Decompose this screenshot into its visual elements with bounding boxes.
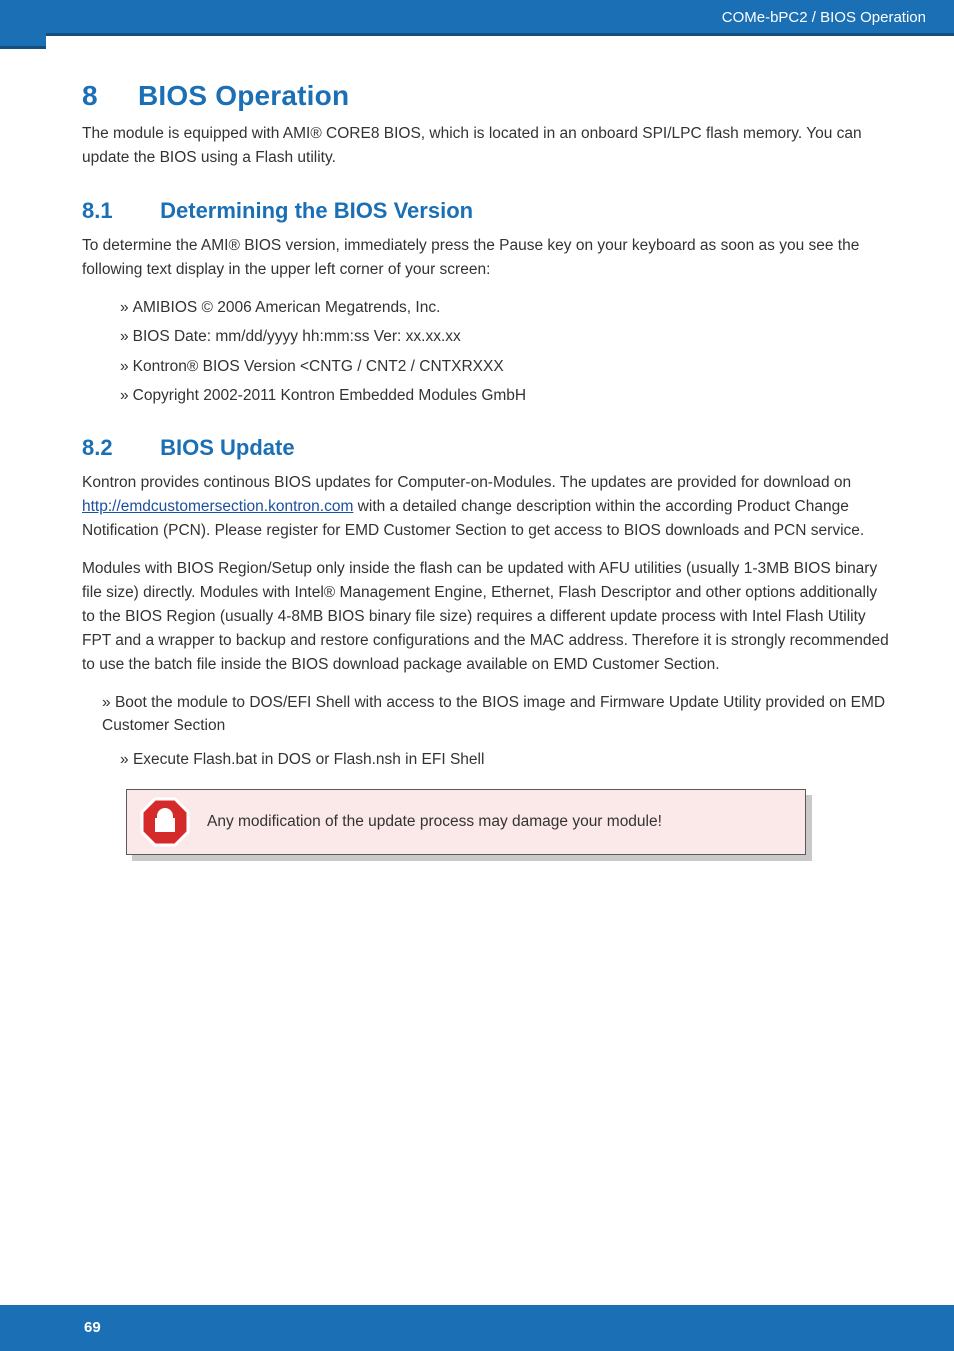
section-intro: The module is equipped with AMI® CORE8 B… bbox=[82, 122, 894, 170]
stop-icon bbox=[139, 796, 191, 848]
paragraph-81: To determine the AMI® BIOS version, imme… bbox=[82, 234, 894, 282]
emd-link[interactable]: http://emdcustomersection.kontron.com bbox=[82, 498, 353, 515]
subsection-title-82: BIOS Update bbox=[160, 435, 294, 460]
section-title: BIOS Operation bbox=[138, 80, 349, 111]
paragraph-82-2: Modules with BIOS Region/Setup only insi… bbox=[82, 557, 894, 677]
section-number: 8 bbox=[82, 80, 130, 112]
subsection-title-81: Determining the BIOS Version bbox=[160, 198, 473, 223]
step-list-82: » Boot the module to DOS/EFI Shell with … bbox=[102, 691, 894, 771]
section-heading: 8 BIOS Operation bbox=[82, 80, 894, 112]
callout-text: Any modification of the update process m… bbox=[207, 813, 662, 831]
breadcrumb: COMe-bPC2 / BIOS Operation bbox=[722, 0, 926, 36]
list-item: »AMIBIOS © 2006 American Megatrends, Inc… bbox=[120, 296, 894, 319]
list-item-text: Copyright 2002-2011 Kontron Embedded Mod… bbox=[133, 387, 526, 404]
list-item: » Execute Flash.bat in DOS or Flash.nsh … bbox=[120, 748, 894, 771]
subsection-heading-82: 8.2 BIOS Update bbox=[82, 435, 894, 461]
header-left-tab bbox=[0, 0, 46, 46]
list-item-text: Execute Flash.bat in DOS or Flash.nsh in… bbox=[133, 751, 485, 768]
warning-callout: Any modification of the update process m… bbox=[126, 789, 806, 855]
list-item-text: Boot the module to DOS/EFI Shell with ac… bbox=[102, 694, 885, 734]
list-item-text: BIOS Date: mm/dd/yyyy hh:mm:ss Ver: xx.x… bbox=[133, 328, 461, 345]
paragraph-82-1: Kontron provides continous BIOS updates … bbox=[82, 471, 894, 543]
list-item: »Kontron® BIOS Version <CNTG / CNT2 / CN… bbox=[120, 355, 894, 378]
paragraph-text: Kontron provides continous BIOS updates … bbox=[82, 474, 851, 491]
content-area: 8 BIOS Operation The module is equipped … bbox=[82, 80, 894, 855]
subsection-heading-81: 8.1 Determining the BIOS Version bbox=[82, 198, 894, 224]
list-item-text: AMIBIOS © 2006 American Megatrends, Inc. bbox=[133, 299, 441, 316]
page-number: 69 bbox=[84, 1305, 101, 1351]
page-root: COMe-bPC2 / BIOS Operation 8 BIOS Operat… bbox=[0, 0, 954, 1351]
subsection-number-82: 8.2 bbox=[82, 435, 154, 461]
footer-bar bbox=[0, 1305, 954, 1351]
list-item: » Boot the module to DOS/EFI Shell with … bbox=[102, 691, 894, 738]
list-item-text: Kontron® BIOS Version <CNTG / CNT2 / CNT… bbox=[133, 358, 504, 375]
callout-box: Any modification of the update process m… bbox=[126, 789, 806, 855]
list-item: »Copyright 2002-2011 Kontron Embedded Mo… bbox=[120, 384, 894, 407]
subsection-number-81: 8.1 bbox=[82, 198, 154, 224]
list-81: »AMIBIOS © 2006 American Megatrends, Inc… bbox=[120, 296, 894, 407]
list-item: »BIOS Date: mm/dd/yyyy hh:mm:ss Ver: xx.… bbox=[120, 325, 894, 348]
